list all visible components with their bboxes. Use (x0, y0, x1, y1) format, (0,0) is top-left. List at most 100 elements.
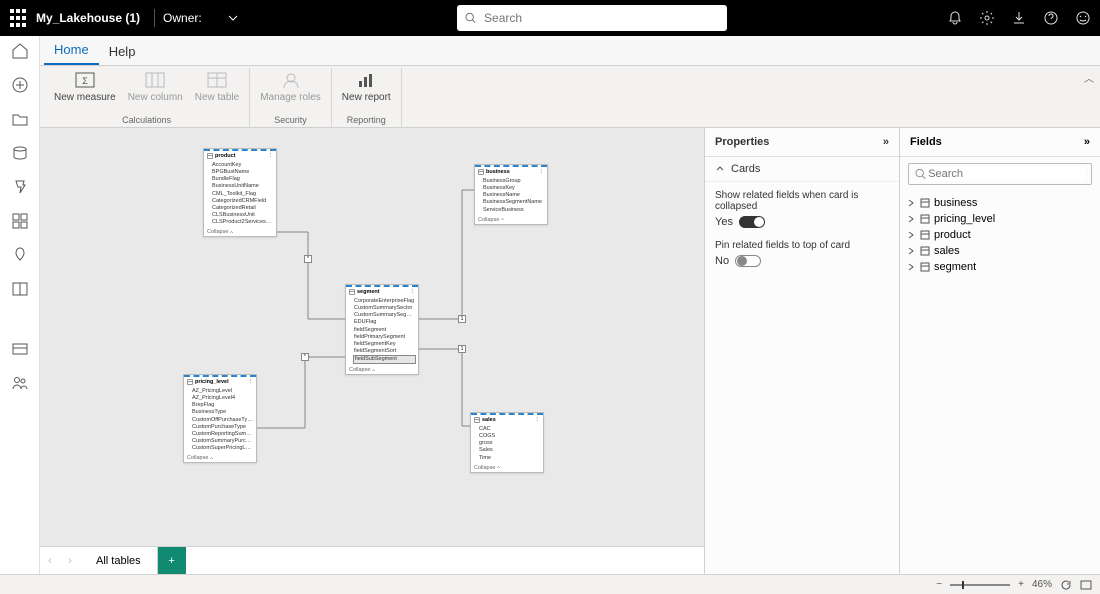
browse-icon[interactable] (11, 110, 29, 128)
collapse-toggle[interactable]: Collapse (184, 454, 256, 462)
toggle-switch[interactable] (735, 255, 761, 267)
apps-icon[interactable] (11, 212, 29, 230)
column[interactable]: BusinessGroup (483, 178, 544, 185)
add-tab-button[interactable]: + (158, 547, 186, 574)
more-icon[interactable]: ⋮ (539, 169, 545, 175)
tab-nav-left[interactable]: ‹ (40, 547, 60, 574)
column[interactable]: CorporateEnterpriseFlag (354, 298, 415, 305)
column[interactable]: BrepFlag (192, 402, 253, 409)
more-icon[interactable]: ⋮ (248, 379, 254, 385)
home-icon[interactable] (11, 42, 29, 60)
column[interactable]: CLSBusinessUnit (212, 212, 273, 219)
column[interactable]: EDUFlag (354, 319, 415, 326)
more-icon[interactable]: ⋮ (268, 153, 274, 159)
more-icon[interactable]: ⋮ (535, 417, 541, 423)
toggle-switch[interactable] (739, 216, 765, 228)
column[interactable]: AccountKey (212, 162, 273, 169)
collapse-pane-icon[interactable]: » (883, 136, 889, 148)
column[interactable]: CustomReportingSummaryPurcha (192, 431, 253, 438)
column[interactable]: ServiceBusiness (483, 207, 544, 214)
column[interactable]: CustomPurchaseType (192, 424, 253, 431)
collapse-toggle[interactable]: Collapse (471, 464, 543, 472)
column[interactable]: CategorizedCRMField (212, 198, 273, 205)
fields-search-input[interactable] (926, 167, 1085, 181)
column[interactable]: fieldSegment (354, 327, 415, 334)
column[interactable]: BusinessUnitName (212, 183, 273, 190)
relationship-node[interactable]: 1 (458, 345, 466, 353)
table-card-pricing-level[interactable]: pricing_level⋮ AZ_PricingLevel AZ_Pricin… (183, 374, 257, 463)
column[interactable]: BusinessName (483, 192, 544, 199)
workspace-users-icon[interactable] (11, 374, 29, 392)
column[interactable]: gross (479, 440, 540, 447)
new-measure-button[interactable]: Σ New measure (50, 68, 120, 105)
column[interactable]: CustomSuperPricingLevel (192, 445, 253, 452)
column[interactable]: Sales (479, 447, 540, 454)
feedback-icon[interactable] (1074, 9, 1092, 27)
relationship-node[interactable]: * (304, 255, 312, 263)
table-card-segment[interactable]: segment⋮ CorporateEnterpriseFlag CustomS… (345, 284, 419, 375)
properties-section-cards[interactable]: Cards (705, 157, 899, 182)
more-icon[interactable]: ⋮ (410, 289, 416, 295)
field-table-item[interactable]: product (906, 227, 1094, 243)
column[interactable]: CLSProduct2ServicesAndServices (212, 219, 273, 226)
column[interactable]: CustomSummarySegment (354, 312, 415, 319)
tab-all-tables[interactable]: All tables (80, 547, 158, 574)
app-launcher-icon[interactable] (8, 8, 28, 28)
tab-nav-right[interactable]: › (60, 547, 80, 574)
collapse-toggle[interactable]: Collapse (475, 216, 547, 224)
collapse-ribbon-icon[interactable]: ︿ (1084, 70, 1094, 85)
column[interactable]: AZ_PricingLevel (192, 388, 253, 395)
search-box[interactable] (457, 5, 727, 31)
column[interactable]: fieldSegmentKey (354, 341, 415, 348)
column[interactable]: BusinessType (192, 409, 253, 416)
zoom-slider[interactable] (950, 584, 1010, 586)
deploy-icon[interactable] (11, 246, 29, 264)
column[interactable]: COGS (479, 433, 540, 440)
fit-page-icon[interactable] (1080, 579, 1092, 591)
column[interactable]: BPGBustName (212, 169, 273, 176)
table-card-sales[interactable]: sales⋮ CAC COGS gross Sales Time Collaps… (470, 412, 544, 473)
column[interactable]: BusinessKey (483, 185, 544, 192)
zoom-out-icon[interactable]: − (936, 579, 942, 590)
column[interactable]: CAC (479, 426, 540, 433)
column[interactable]: fieldSegmentSort (354, 348, 415, 355)
search-input[interactable] (482, 10, 719, 26)
show-related-toggle[interactable]: Yes (715, 216, 889, 228)
column[interactable]: CustomOffPurchaseType (192, 417, 253, 424)
relationship-node[interactable]: * (301, 353, 309, 361)
column[interactable]: fieldPrimarySegment (354, 334, 415, 341)
create-icon[interactable] (11, 76, 29, 94)
tab-home[interactable]: Home (44, 36, 99, 65)
collapse-toggle[interactable]: Collapse (204, 228, 276, 236)
column[interactable]: Time (479, 455, 540, 462)
column-selected[interactable]: fieldSubSegment (353, 355, 416, 364)
download-icon[interactable] (1010, 9, 1028, 27)
help-icon[interactable] (1042, 9, 1060, 27)
reset-zoom-icon[interactable] (1060, 579, 1072, 591)
column[interactable]: CML_Toolkit_Flag (212, 191, 273, 198)
tab-help[interactable]: Help (99, 38, 146, 65)
field-table-item[interactable]: sales (906, 243, 1094, 259)
settings-icon[interactable] (978, 9, 996, 27)
column[interactable]: BundleFlag (212, 176, 273, 183)
model-canvas[interactable]: * 1 1 * product⋮ AccountKey BPGBustName … (40, 128, 704, 546)
collapse-toggle[interactable]: Collapse (346, 366, 418, 374)
column[interactable]: BusinessSegmentName (483, 199, 544, 206)
table-card-business[interactable]: business⋮ BusinessGroup BusinessKey Busi… (474, 164, 548, 225)
collapse-pane-icon[interactable]: » (1084, 136, 1090, 148)
relationship-node[interactable]: 1 (458, 315, 466, 323)
field-table-item[interactable]: pricing_level (906, 211, 1094, 227)
column[interactable]: CustomSummaryPurchaseType (192, 438, 253, 445)
column[interactable]: CustomSummarySector (354, 305, 415, 312)
table-card-product[interactable]: product⋮ AccountKey BPGBustName BundleFl… (203, 148, 277, 237)
column[interactable]: CategorizedRetail (212, 205, 273, 212)
field-table-item[interactable]: segment (906, 259, 1094, 275)
new-report-button[interactable]: New report (338, 68, 395, 105)
owner-dropdown[interactable]: Owner: (163, 11, 238, 25)
data-hub-icon[interactable] (11, 144, 29, 162)
notifications-icon[interactable] (946, 9, 964, 27)
fields-search[interactable] (908, 163, 1092, 185)
metrics-icon[interactable] (11, 178, 29, 196)
pin-related-toggle[interactable]: No (715, 255, 889, 267)
column[interactable]: AZ_PricingLevel4 (192, 395, 253, 402)
